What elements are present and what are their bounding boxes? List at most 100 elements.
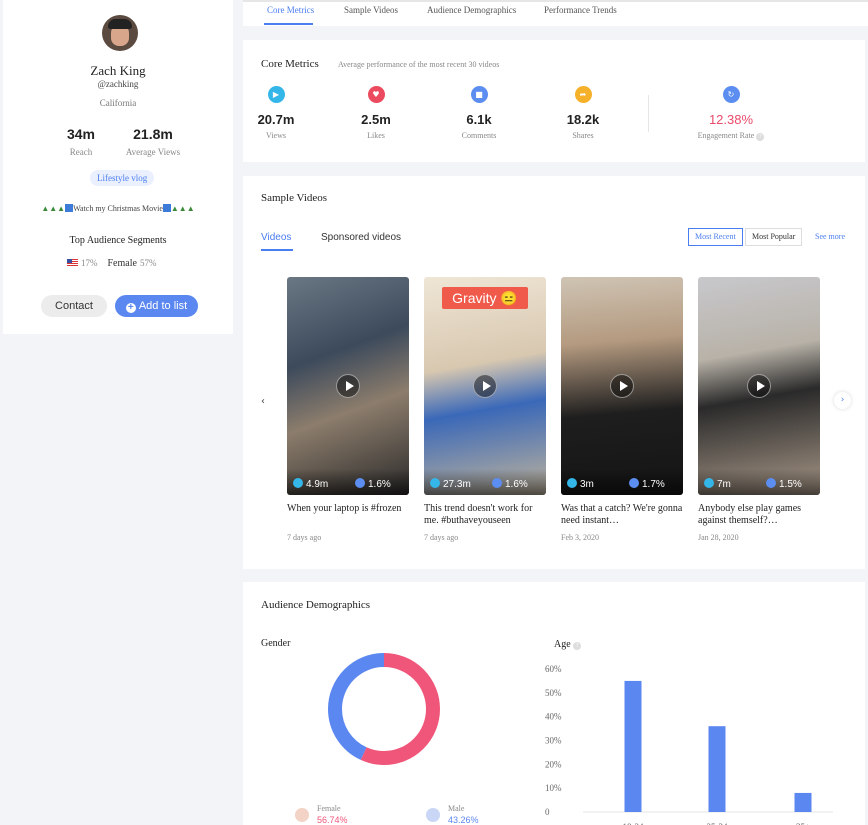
male-avatar-icon: [426, 808, 440, 822]
play-icon[interactable]: [747, 374, 771, 398]
chevron-right-icon[interactable]: ›: [834, 392, 851, 409]
video-thumbnail[interactable]: 3m 1.7%: [561, 277, 683, 495]
tree-emoji-icon: ▲▲▲: [41, 204, 66, 213]
engagement-metric: ↻ 12.38% Engagement Rate ?: [681, 86, 781, 141]
views-metric: ▶ 20.7m Views: [244, 86, 308, 140]
play-icon: [430, 478, 440, 488]
sort-most-recent[interactable]: Most Recent: [688, 228, 743, 246]
profile-handle: @zachking: [97, 79, 139, 89]
age-bar-chart: 010%20%30%40%50%60%18-2425-3435+: [545, 664, 833, 825]
audience-demographics-card: Audience Demographics Gender Age ? Femal…: [243, 582, 865, 825]
average-views-label: Average Views: [125, 147, 181, 157]
video-card[interactable]: 3m 1.7% Was that a catch? We're gonna ne…: [561, 277, 683, 542]
refresh-icon: [629, 478, 639, 488]
tv-emoji-icon: [65, 204, 74, 212]
tab-audience-demographics[interactable]: Audience Demographics: [427, 5, 516, 15]
video-card[interactable]: 7m 1.5% Anybody else play games against …: [698, 277, 820, 542]
tab-performance-trends[interactable]: Performance Trends: [544, 5, 617, 15]
likes-value: 2.5m: [361, 112, 391, 127]
age-bar[interactable]: [794, 792, 812, 812]
add-to-list-label: Add to list: [138, 299, 188, 312]
play-icon: ▶: [267, 86, 285, 103]
video-views: 4.9m: [306, 479, 329, 490]
y-tick-label: 20%: [545, 759, 562, 769]
gender-label: Gender: [261, 638, 291, 649]
tab-videos[interactable]: Videos: [261, 232, 291, 243]
profile-location: California: [99, 98, 137, 108]
shares-metric: ➦ 18.2k Shares: [551, 86, 615, 140]
segment-country-pct: 17%: [81, 258, 98, 268]
video-overlay-text: Gravity 😑: [442, 287, 528, 309]
segments-title: Top Audience Segments: [69, 235, 167, 246]
legend-female-label: Female: [317, 804, 341, 813]
reach-stat: 34m Reach: [41, 126, 121, 157]
tab-sample-videos[interactable]: Sample Videos: [344, 5, 398, 15]
female-avatar-icon: [295, 808, 309, 822]
segment-gender: Female: [107, 258, 137, 269]
video-card[interactable]: Gravity 😑 27.3m 1.6% This trend doesn't …: [424, 277, 546, 542]
shares-value: 18.2k: [566, 112, 600, 127]
heart-icon: ♥: [367, 86, 385, 103]
plus-icon: +: [125, 302, 136, 313]
refresh-icon: [492, 478, 502, 488]
video-views: 27.3m: [443, 479, 471, 490]
sort-most-popular[interactable]: Most Popular: [745, 228, 803, 246]
legend-female: Female 56.74%: [295, 804, 348, 825]
video-title[interactable]: This trend doesn't work for me. #buthave…: [424, 503, 546, 527]
age-bar[interactable]: [624, 680, 642, 812]
play-icon[interactable]: [473, 374, 497, 398]
core-metrics-title: Core Metrics: [261, 58, 319, 70]
video-title[interactable]: Was that a catch? We're gonna need insta…: [561, 503, 683, 527]
metrics-divider: [648, 95, 649, 132]
comment-icon: ■: [470, 86, 488, 103]
contact-button[interactable]: Contact: [41, 295, 107, 317]
refresh-icon: [766, 478, 776, 488]
views-value: 20.7m: [257, 112, 295, 127]
video-date: Feb 3, 2020: [561, 533, 599, 542]
see-more-link[interactable]: See more: [815, 232, 845, 241]
help-icon[interactable]: ?: [573, 642, 582, 650]
chevron-left-icon[interactable]: ‹: [261, 396, 265, 407]
add-to-list-button[interactable]: + Add to list: [115, 295, 198, 317]
bio-text: Watch my Christmas Movie: [73, 204, 163, 213]
video-date: 7 days ago: [287, 533, 322, 542]
video-views: 7m: [717, 479, 731, 490]
y-tick-label: 30%: [545, 736, 562, 746]
active-subtab-indicator: [261, 249, 293, 251]
video-title[interactable]: When your laptop is #frozen: [287, 503, 409, 527]
y-tick-label: 10%: [545, 783, 562, 793]
segment-gender-pct: 57%: [139, 258, 157, 268]
video-thumbnail[interactable]: Gravity 😑 27.3m 1.6%: [424, 277, 546, 495]
legend-male-label: Male: [448, 804, 465, 813]
average-views-value: 21.8m: [133, 126, 173, 142]
us-flag-icon: [67, 259, 78, 267]
audience-segments: 17% Female 57%: [67, 258, 156, 269]
help-icon[interactable]: ?: [756, 133, 765, 141]
video-engagement: 1.7%: [642, 479, 665, 490]
play-icon[interactable]: [336, 374, 360, 398]
gender-donut-chart: [328, 653, 440, 765]
play-icon: [567, 478, 577, 488]
video-card[interactable]: 4.9m 1.6% When your laptop is #frozen 7 …: [287, 277, 409, 542]
arrow-emoji-icon: [162, 204, 171, 212]
refresh-icon: [355, 478, 365, 488]
age-bar[interactable]: [708, 726, 726, 812]
comments-label: Comments: [461, 131, 497, 140]
views-label: Views: [266, 131, 286, 140]
audience-title: Audience Demographics: [261, 599, 371, 611]
comments-value: 6.1k: [466, 112, 492, 127]
video-views: 3m: [580, 479, 594, 490]
tab-sponsored-videos[interactable]: Sponsored videos: [321, 232, 401, 243]
category-tag[interactable]: Lifestyle vlog: [90, 170, 155, 186]
video-engagement: 1.6%: [368, 479, 391, 490]
reach-value: 34m: [66, 126, 96, 142]
video-date: Jan 28, 2020: [698, 533, 739, 542]
y-tick-label: 50%: [545, 688, 562, 698]
avatar[interactable]: [102, 15, 138, 51]
tab-core-metrics[interactable]: Core Metrics: [267, 5, 314, 15]
video-thumbnail[interactable]: 4.9m 1.6%: [287, 277, 409, 495]
video-thumbnail[interactable]: 7m 1.5%: [698, 277, 820, 495]
play-icon[interactable]: [610, 374, 634, 398]
video-engagement: 1.5%: [779, 479, 802, 490]
video-title[interactable]: Anybody else play games against themself…: [698, 503, 820, 527]
